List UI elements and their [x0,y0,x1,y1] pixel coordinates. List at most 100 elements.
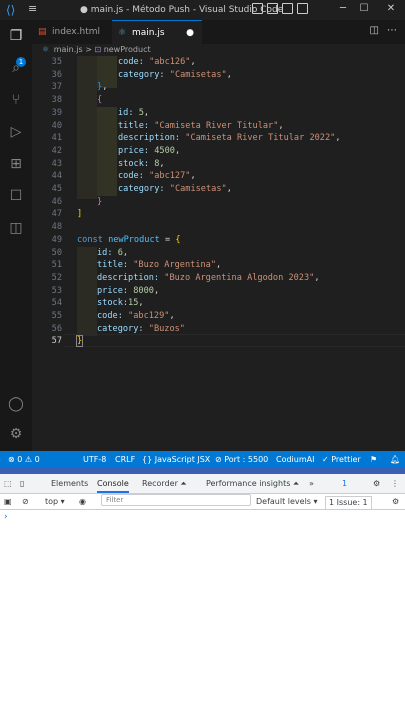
line-number: 46 [51,196,62,207]
line-number: 51 [51,260,62,271]
explorer-icon[interactable]: ❐ [6,26,26,46]
status-bar: ⊗ 0 ⚠ 0 UTF-8 CRLF {} JavaScript JSX ⊘ P… [0,451,405,468]
clear-console-icon[interactable]: ⊘ [22,494,29,510]
line-number: 35 [51,57,62,67]
close-button[interactable]: ✕ [381,2,401,16]
device-toolbar-icon[interactable]: ▯ [20,474,24,494]
breadcrumb-file[interactable]: main.js [54,45,83,54]
remote-icon[interactable]: ◫ [6,218,26,238]
code-line: id: 5, [118,107,150,118]
maximize-button[interactable]: ☐ [354,2,374,16]
devtools-panel: ⬚ ▯ Elements Console Recorder ⏶ Performa… [0,468,405,720]
menu-hamburger-icon[interactable]: ≡ [28,3,42,15]
split-editor-icon[interactable]: ◫ [370,25,379,36]
run-debug-icon[interactable]: ▷ [6,122,26,142]
toggle-sidebar-icon[interactable] [252,3,263,14]
console-filter-input[interactable]: Filter [101,494,251,506]
sidebar-toggle-icon[interactable]: ▣ [4,494,12,510]
more-actions-icon[interactable]: ⋯ [387,25,397,36]
editor-actions: ◫ ⋯ [370,25,397,36]
line-number: 49 [51,234,62,245]
settings-gear-icon[interactable]: ⚙ [6,424,26,444]
prettier-status[interactable]: ✓ Prettier [322,451,361,468]
tab-index-html[interactable]: ▤ index.html [32,20,110,44]
context-selector[interactable]: top ▾ [45,494,65,510]
tab-main-js[interactable]: ⚛ main.js ● [112,20,202,44]
activity-bar: ❐ 1 ⌕ ⑂ ▷ ⊞ ☐ ◫ ◯ ⚙ [0,20,32,451]
code-line: price: 4500, [118,145,181,156]
devtools-settings-icon[interactable]: ⚙ [373,474,380,494]
tab-performance-insights[interactable]: Performance insights ⏶ [206,474,299,494]
inspect-element-icon[interactable]: ⬚ [4,474,12,494]
code-line: category: "Buzos" [97,323,185,334]
title-bar: ⟨⟩ ≡ ● main.js - Método Push - Visual St… [0,0,405,20]
code-line: code: "abc127", [118,171,196,182]
vscode-logo-icon: ⟨⟩ [6,3,16,17]
eol-status[interactable]: CRLF [115,451,135,468]
code-line: } [97,196,103,207]
live-expression-eye-icon[interactable]: ◉ [79,494,86,510]
code-line: } [75,335,84,348]
breadcrumb: ⚛ main.js > ⊡ newProduct [32,44,405,56]
search-icon[interactable]: ⌕ [6,58,26,78]
line-number: 37 [51,82,62,93]
code-line: category: "Camisetas", [118,184,232,194]
account-icon[interactable]: ◯ [6,394,26,414]
unsaved-dot-icon[interactable]: ● [186,21,194,45]
html-file-icon: ▤ [38,27,47,37]
feedback-icon[interactable]: ⚑ [370,451,377,468]
code-line: const newProduct = { [77,234,181,245]
layout-controls [252,3,308,17]
line-number: 44 [51,171,62,182]
variable-symbol-icon: ⊡ [94,45,102,54]
notifications-bell-icon[interactable]: 🔔︎ [390,451,400,468]
chat-icon[interactable]: ☐ [6,186,26,206]
line-number: 55 [51,311,62,321]
line-number: 48 [51,222,62,233]
line-number: 47 [51,209,62,220]
issues-counter[interactable]: 1 [342,474,347,494]
language-status[interactable]: {} JavaScript JSX [142,451,210,468]
customize-layout-icon[interactable] [297,3,308,14]
code-editor[interactable]: 35 36 37 38 39 40 41 42 43 44 45 46 47 4… [32,56,405,451]
breadcrumb-separator: > [85,45,92,54]
indent-guide [97,107,117,196]
code-line: id: 6, [97,247,129,258]
issues-button[interactable]: 1 Issue: 1 [325,496,372,510]
tab-recorder[interactable]: Recorder ⏶ [142,474,187,494]
console-toolbar: ▣ ⊘ top ▾ ◉ Filter Default levels ▾ 1 Is… [0,494,405,510]
editor-tabs: ▤ index.html ⚛ main.js ● ◫ ⋯ [32,20,405,44]
code-line: stock:15, [97,298,144,309]
tab-label: index.html [52,27,100,37]
tab-elements[interactable]: Elements [51,474,88,494]
line-number: 57 [51,336,62,347]
toggle-panel-icon[interactable] [267,3,278,14]
breadcrumb-symbol[interactable]: newProduct [104,45,151,54]
line-number: 41 [51,133,62,144]
live-server-port[interactable]: ⊘ Port : 5500 [215,451,268,468]
extensions-icon[interactable]: ⊞ [6,154,26,174]
code-line: title: "Buzo Argentina", [97,260,222,271]
line-number: 40 [51,120,62,131]
current-line-highlight [64,334,405,347]
console-settings-icon[interactable]: ⚙ [392,494,399,510]
codiumai-status[interactable]: CodiumAI [276,451,314,468]
source-control-icon[interactable]: ⑂ [6,90,26,110]
line-number: 45 [51,184,62,194]
code-line: description: "Buzo Argentina Algodon 202… [97,272,320,283]
line-number: 53 [51,285,62,296]
vscode-window: ⟨⟩ ≡ ● main.js - Método Push - Visual St… [0,0,405,468]
console-prompt[interactable]: › [4,512,8,522]
code-line: }, [97,82,108,93]
line-number: 36 [51,69,62,80]
tab-console[interactable]: Console [97,474,129,493]
window-title: ● main.js - Método Push - Visual Studio … [80,5,284,15]
minimize-button[interactable]: ─ [333,2,353,16]
log-levels-select[interactable]: Default levels ▾ [256,494,318,510]
line-number: 42 [51,145,62,156]
devtools-menu-icon[interactable]: ⋮ [391,474,399,494]
encoding-status[interactable]: UTF-8 [83,451,106,468]
toggle-secondary-sidebar-icon[interactable] [282,3,293,14]
problems-status[interactable]: ⊗ 0 ⚠ 0 [8,451,40,468]
more-tabs-icon[interactable]: » [309,474,314,494]
